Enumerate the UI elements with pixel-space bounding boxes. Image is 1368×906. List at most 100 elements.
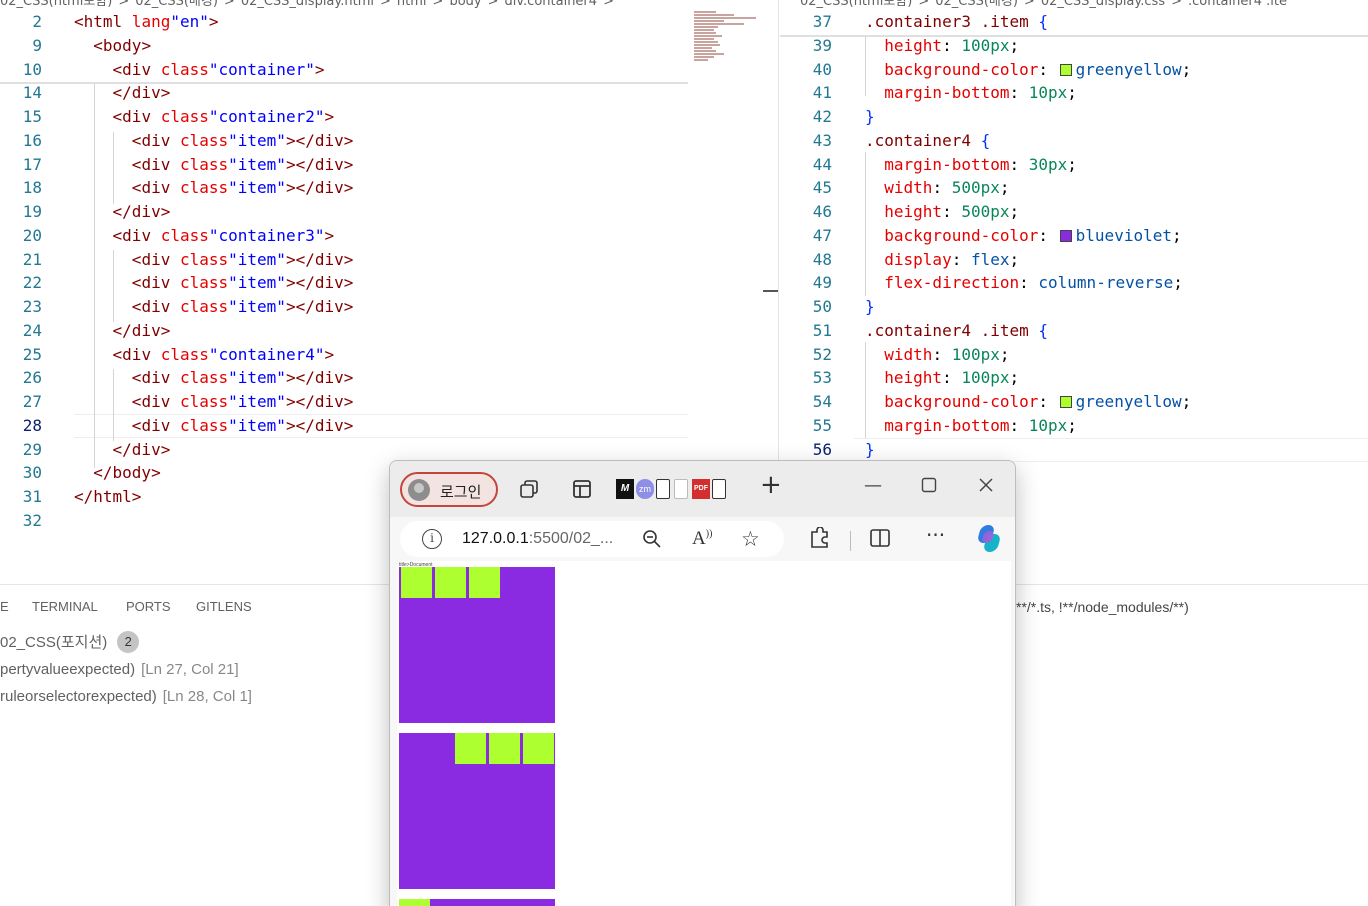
copilot-icon[interactable]: [973, 525, 1003, 553]
code-line[interactable]: 23 <div class"item"></div>: [0, 295, 688, 319]
breadcrumb-segment[interactable]: body: [449, 0, 481, 9]
line-number: 24: [22, 320, 42, 340]
breadcrumb-segment[interactable]: 02_CSS(배경): [935, 0, 1018, 9]
breadcrumb-segment[interactable]: .container4 .ite: [1188, 0, 1287, 9]
address-bar[interactable]: i 127.0.0.1:5500/02_... A)) ☆: [400, 521, 784, 557]
extensions-icon[interactable]: [810, 526, 830, 554]
code-line[interactable]: 9 <body>: [0, 34, 688, 58]
problems-file-row[interactable]: 02_CSS(포지션) 2: [0, 631, 140, 653]
toolbar-divider: [850, 531, 851, 551]
code-line[interactable]: 53 height: 100px;: [780, 366, 1368, 390]
css-breadcrumb[interactable]: 02_CSS(html포함) >02_CSS(배경) >02_CSS_display…: [800, 0, 1293, 9]
code-line[interactable]: 28 <div class"item"></div>: [0, 414, 688, 438]
code-line[interactable]: 26 <div class"item"></div>: [0, 366, 688, 390]
code-line[interactable]: 20 <div class"container3">: [0, 224, 688, 248]
code-line[interactable]: 37 .container3 .item {: [780, 10, 1368, 34]
code-line[interactable]: 39 height: 100px;: [780, 34, 1368, 58]
code-text: background-color: blueviolet;: [884, 225, 1182, 245]
breadcrumb-segment[interactable]: 02_CSS(html포함): [800, 0, 912, 9]
code-line[interactable]: 21 <div class"item"></div>: [0, 248, 688, 272]
code-line[interactable]: 41 margin-bottom: 10px;: [780, 81, 1368, 105]
line-number: 41: [812, 83, 832, 103]
tab-favicon-m[interactable]: M: [616, 479, 634, 499]
zoom-out-icon[interactable]: [642, 529, 662, 554]
code-line[interactable]: 54 background-color: greenyellow;: [780, 390, 1368, 414]
code-line[interactable]: 43 .container4 {: [780, 129, 1368, 153]
maximize-icon[interactable]: [921, 477, 937, 498]
profile-login-button[interactable]: 로그인: [400, 472, 498, 507]
tab-terminal[interactable]: TERMINAL: [32, 599, 98, 614]
code-line[interactable]: 47 background-color: blueviolet;: [780, 224, 1368, 248]
code-line[interactable]: 24 </div>: [0, 319, 688, 343]
minimap[interactable]: [694, 10, 758, 80]
code-text: <div class"container4">: [112, 344, 335, 364]
tab-gitlens[interactable]: GITLENS: [196, 599, 252, 614]
breadcrumb-segment[interactable]: div.container4: [505, 0, 598, 9]
code-line[interactable]: 55 margin-bottom: 10px;: [780, 414, 1368, 438]
problems-filter-text[interactable]: **/*.ts, !**/node_modules/**): [1016, 599, 1189, 615]
close-icon[interactable]: [978, 477, 994, 498]
browser-titlebar[interactable]: 로그인 M zm PDF + —: [390, 461, 1015, 517]
breadcrumb-segment[interactable]: 02_CSS(html포함): [0, 0, 112, 9]
tab-problems-partial[interactable]: E: [0, 599, 9, 614]
tab-favicon-document-icon[interactable]: [712, 479, 726, 499]
code-line[interactable]: 2 <html lang"en">: [0, 10, 688, 34]
code-line[interactable]: 52 width: 100px;: [780, 343, 1368, 367]
tab-ports[interactable]: PORTS: [126, 599, 171, 614]
code-line[interactable]: 44 margin-bottom: 30px;: [780, 153, 1368, 177]
tab-favicon-pdf-icon[interactable]: PDF: [692, 479, 710, 499]
code-line[interactable]: 17 <div class"item"></div>: [0, 153, 688, 177]
code-line[interactable]: 29 </div>: [0, 438, 688, 462]
breadcrumb-segment[interactable]: 02_CSS(배경): [135, 0, 218, 9]
code-line[interactable]: 16 <div class"item"></div>: [0, 129, 688, 153]
workspaces-icon[interactable]: [518, 479, 540, 504]
code-line[interactable]: 49 flex-direction: column-reverse;: [780, 271, 1368, 295]
code-line[interactable]: 42}: [780, 105, 1368, 129]
code-line[interactable]: 25 <div class"container4">: [0, 343, 688, 367]
line-number: 31: [22, 487, 42, 506]
read-aloud-icon[interactable]: A)): [692, 528, 712, 550]
code-line[interactable]: 56}: [780, 438, 1368, 462]
breadcrumb-segment[interactable]: html: [397, 0, 427, 9]
rendered-flex-item: [455, 733, 486, 764]
code-line[interactable]: 50}: [780, 295, 1368, 319]
breadcrumb-segment[interactable]: 02_CSS_display.html: [241, 0, 374, 9]
minimize-icon[interactable]: —: [864, 475, 882, 496]
code-line[interactable]: 10 <div class"container">: [0, 58, 688, 82]
tab-favicon-document-icon[interactable]: [656, 479, 670, 499]
scrollbar-thumb[interactable]: [763, 290, 779, 292]
problem-item[interactable]: ruleorselectorexpected) [Ln 28, Col 1]: [0, 688, 252, 705]
line-number: 32: [22, 510, 42, 530]
url-text[interactable]: 127.0.0.1:5500/02_...: [462, 530, 613, 548]
tab-actions-icon[interactable]: [572, 479, 592, 504]
site-info-icon[interactable]: i: [422, 529, 442, 549]
code-line[interactable]: 18 <div class"item"></div>: [0, 176, 688, 200]
line-number: 42: [812, 107, 832, 126]
code-line[interactable]: 22 <div class"item"></div>: [0, 271, 688, 295]
code-text: <div class"container">: [112, 59, 325, 79]
code-line[interactable]: 45 width: 500px;: [780, 176, 1368, 200]
page-viewport[interactable]: title>Document: [397, 561, 1011, 906]
sticky-scroll-shadow: [0, 82, 688, 84]
html-breadcrumb[interactable]: 02_CSS(html포함) >02_CSS(배경) >02_CSS_display…: [0, 0, 620, 9]
code-line[interactable]: 46 height: 500px;: [780, 200, 1368, 224]
code-line[interactable]: 40 background-color: greenyellow;: [780, 58, 1368, 82]
problem-item[interactable]: pertyvalueexpected) [Ln 27, Col 21]: [0, 661, 239, 678]
new-tab-button[interactable]: +: [760, 472, 782, 498]
code-line[interactable]: 14 </div>: [0, 81, 688, 105]
code-text: margin-bottom: 10px;: [884, 83, 1077, 103]
code-line[interactable]: 15 <div class"container2">: [0, 105, 688, 129]
favorite-star-icon[interactable]: ☆: [741, 527, 760, 551]
tab-favicon-document-icon[interactable]: [674, 479, 688, 499]
code-line[interactable]: 19 </div>: [0, 200, 688, 224]
line-number: 25: [22, 344, 42, 364]
more-options-icon[interactable]: ···: [926, 523, 945, 547]
split-screen-icon[interactable]: [870, 529, 890, 552]
code-line[interactable]: 27 <div class"item"></div>: [0, 390, 688, 414]
code-text: <div class"item"></div>: [131, 178, 354, 198]
code-line[interactable]: 48 display: flex;: [780, 248, 1368, 272]
tab-favicon-zm[interactable]: zm: [636, 479, 654, 499]
breadcrumb-segment[interactable]: 02_CSS_display.css: [1041, 0, 1165, 9]
browser-window[interactable]: 로그인 M zm PDF + — i 127.0.0.1:5500/02_...: [389, 460, 1016, 906]
code-line[interactable]: 51 .container4 .item {: [780, 319, 1368, 343]
